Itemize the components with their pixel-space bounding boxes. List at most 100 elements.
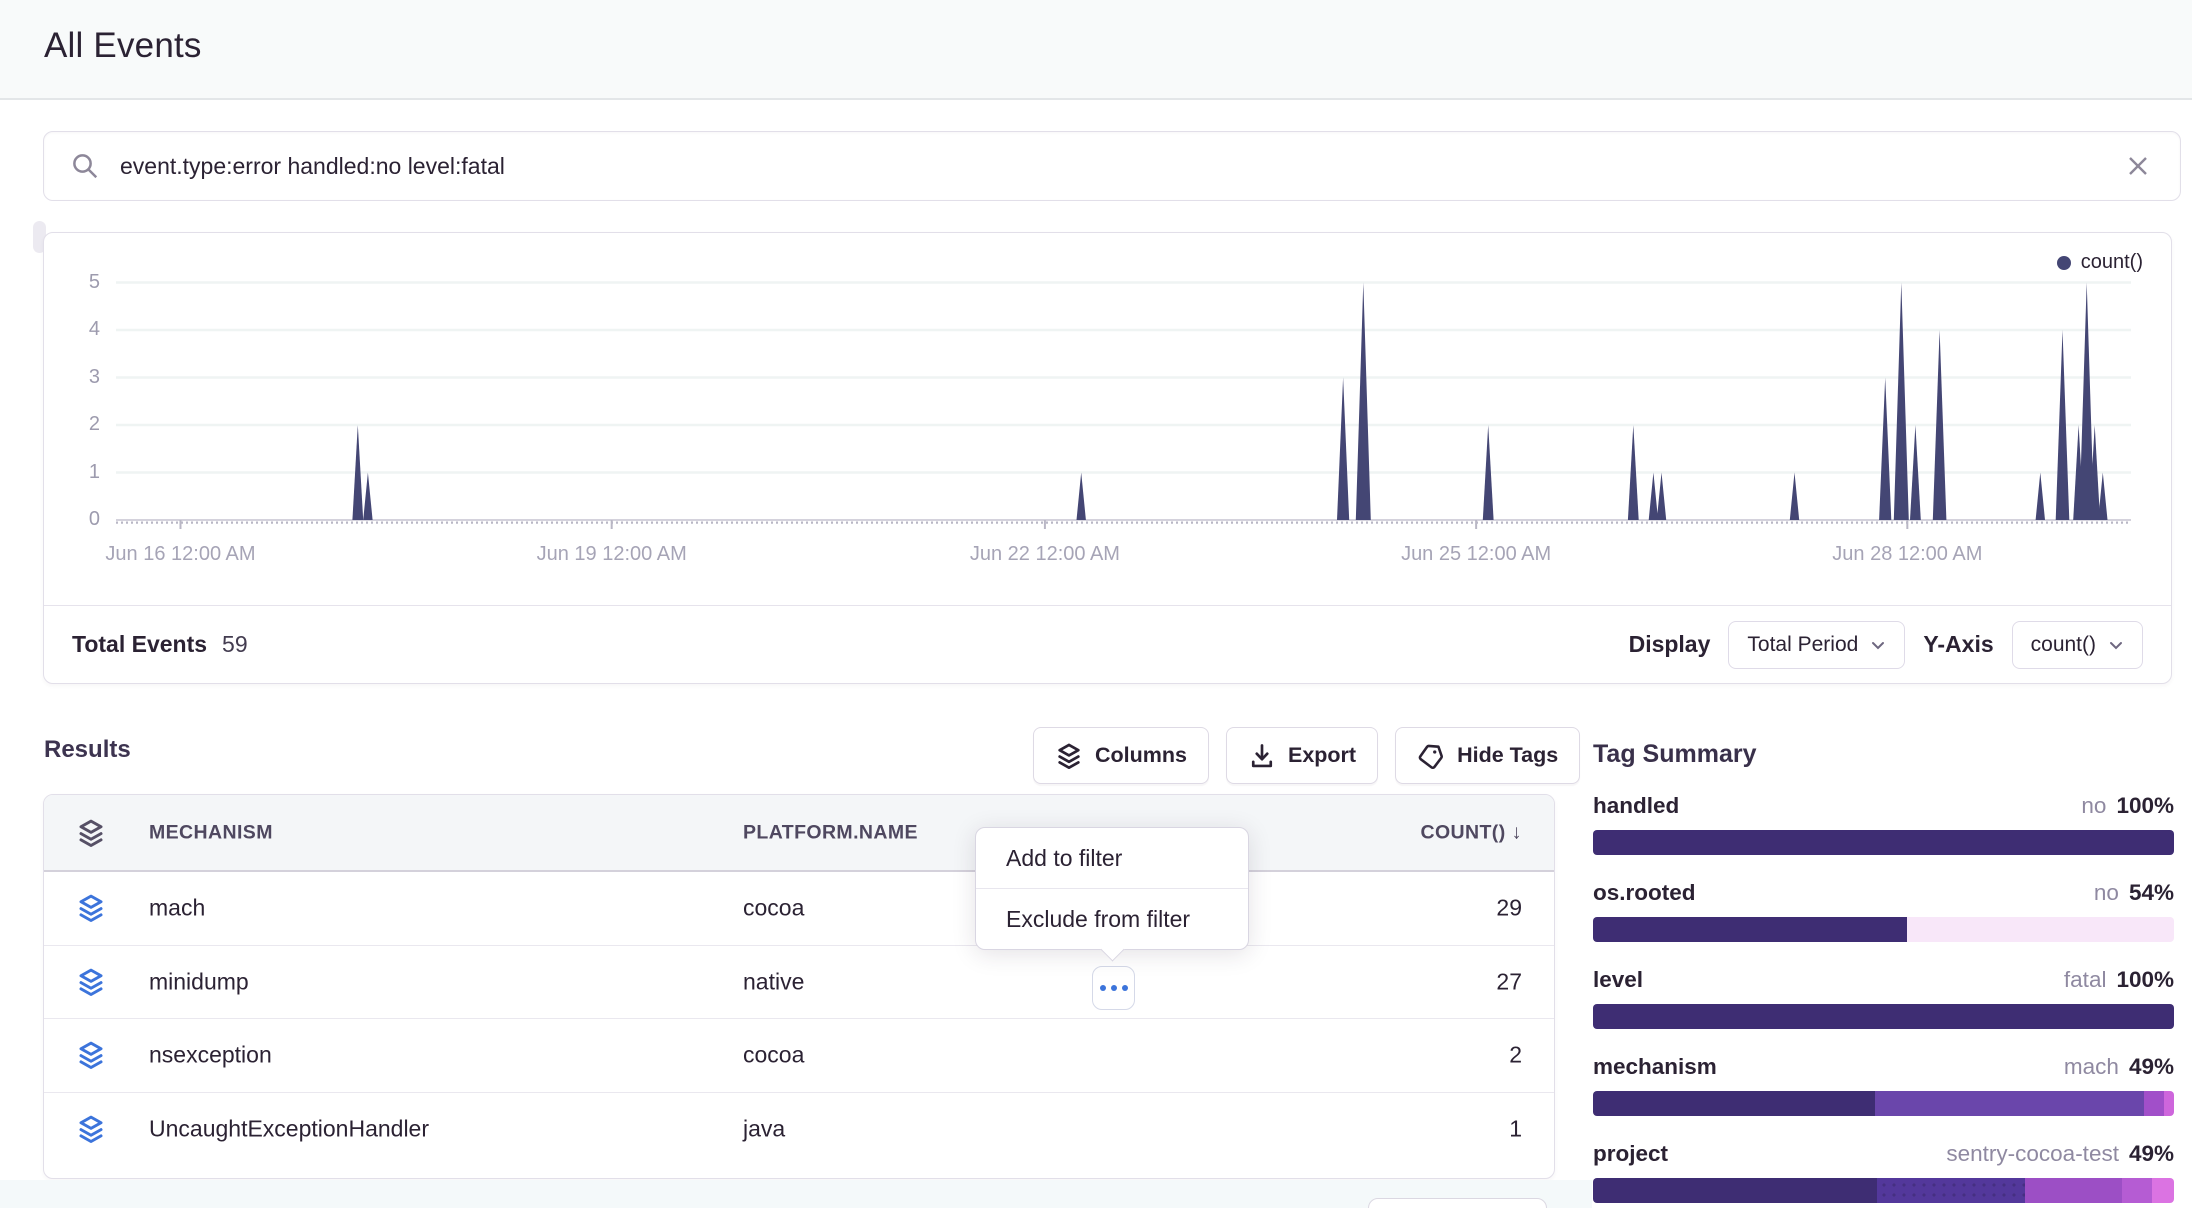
legend-label: count() — [2081, 251, 2143, 274]
stacked-events-icon[interactable] — [76, 967, 106, 997]
y-tick-label: 0 — [44, 508, 100, 531]
tag-row-project: projectsentry-cocoa-test49% — [1593, 1141, 2174, 1203]
tag-top-value: mach — [2064, 1054, 2119, 1080]
tag-bar[interactable] — [1593, 1091, 2174, 1116]
search-icon — [70, 151, 100, 181]
y-tick-label: 5 — [44, 271, 100, 294]
legend-dot-icon — [2057, 256, 2071, 270]
tag-bar-segment[interactable] — [1593, 917, 1907, 942]
display-select[interactable]: Total Period — [1728, 621, 1905, 669]
pagination-button-cutoff[interactable] — [1368, 1198, 1547, 1208]
tag-percent: 100% — [2116, 967, 2174, 993]
chevron-down-icon — [2108, 637, 2124, 653]
display-select-value: Total Period — [1747, 633, 1858, 657]
tag-row-os-rooted: os.rooted no 54% — [1593, 880, 2174, 942]
hide-tags-button[interactable]: Hide Tags — [1395, 727, 1580, 784]
tag-name: mechanism — [1593, 1054, 1717, 1080]
columns-stack-icon — [1055, 742, 1083, 770]
platform-value[interactable]: java — [743, 1116, 785, 1143]
count-value: 2 — [1509, 1042, 1522, 1069]
mechanism-value[interactable]: nsexception — [149, 1042, 272, 1069]
tag-summary-title: Tag Summary — [1593, 740, 2174, 769]
column-header-platform-name[interactable]: PLATFORM.NAME — [743, 821, 918, 844]
tag-bar-segment[interactable] — [2122, 1178, 2152, 1203]
tag-row-mechanism: mechanismmach49% — [1593, 1054, 2174, 1116]
count-value: 29 — [1496, 895, 1522, 922]
menu-item-add-to-filter[interactable]: Add to filter — [976, 828, 1248, 888]
chart-legend: count() — [2057, 251, 2143, 274]
tag-name: os.rooted — [1593, 880, 1696, 906]
display-label: Display — [1629, 631, 1711, 658]
stacked-events-icon[interactable] — [76, 893, 106, 923]
count-value: 27 — [1496, 968, 1522, 995]
table-header-row: MECHANISM PLATFORM.NAME COUNT()↓ — [44, 795, 1554, 872]
column-header-mechanism[interactable]: MECHANISM — [149, 821, 273, 844]
total-events-label: Total Events — [72, 631, 207, 658]
x-tick-label: Jun 22 12:00 AM — [925, 543, 1165, 566]
export-button[interactable]: Export — [1226, 727, 1378, 784]
cell-actions-button[interactable] — [1092, 966, 1135, 1010]
results-toolbar: Columns Export Hide Tags — [1033, 727, 1580, 784]
y-tick-label: 1 — [44, 461, 100, 484]
download-icon — [1248, 742, 1276, 770]
search-bar[interactable]: event.type:error handled:no level:fatal — [43, 131, 2181, 201]
all-events-page: All Events event.type:error handled:no l… — [0, 0, 2192, 1208]
tag-bar-segment[interactable] — [1877, 1178, 2026, 1203]
close-icon[interactable] — [2122, 150, 2154, 182]
tag-bar-segment[interactable] — [1593, 1004, 2174, 1029]
tag-percent: 49% — [2129, 1141, 2174, 1167]
platform-value[interactable]: native — [743, 968, 804, 995]
cell-actions-menu: Add to filterExclude from filter — [975, 827, 1249, 950]
platform-value[interactable]: cocoa — [743, 895, 804, 922]
tag-summary: Tag Summary handledno100% os.rooted no 54% l… — [1593, 740, 2174, 1208]
table-row[interactable]: minidump native 27 — [44, 946, 1554, 1020]
y-axis-label: Y-Axis — [1923, 631, 1993, 658]
y-axis-select[interactable]: count() — [2012, 621, 2143, 669]
chevron-down-icon — [1870, 637, 1886, 653]
table-row[interactable]: nsexception cocoa 2 — [44, 1019, 1554, 1093]
mechanism-value[interactable]: mach — [149, 895, 205, 922]
mechanism-value[interactable]: UncaughtExceptionHandler — [149, 1116, 429, 1143]
tag-bar-segment[interactable] — [1907, 917, 2174, 942]
tag-bar-segment[interactable] — [1875, 1091, 2144, 1116]
tag-name: project — [1593, 1141, 1668, 1167]
tag-top-value: no — [2094, 880, 2119, 906]
column-header-count[interactable]: COUNT()↓ — [1420, 821, 1522, 844]
page-header: All Events — [0, 0, 2192, 100]
tag-percent: 54% — [2129, 880, 2174, 906]
tag-bar-segment[interactable] — [1593, 1091, 1875, 1116]
tag-bar-segment[interactable] — [1593, 830, 2174, 855]
tag-bar[interactable] — [1593, 917, 2174, 942]
y-tick-label: 2 — [44, 413, 100, 436]
tag-name: level — [1593, 967, 1643, 993]
table-row[interactable]: UncaughtExceptionHandler java 1 — [44, 1093, 1554, 1167]
tag-bar-segment[interactable] — [2164, 1091, 2174, 1116]
y-axis-select-value: count() — [2031, 633, 2096, 657]
stacked-events-icon[interactable] — [76, 1040, 106, 1070]
tag-bar[interactable] — [1593, 1178, 2174, 1203]
tag-bar-segment[interactable] — [2144, 1091, 2164, 1116]
tag-bar-segment[interactable] — [2025, 1178, 2122, 1203]
tag-bar-segment[interactable] — [1593, 1178, 1877, 1203]
y-tick-label: 3 — [44, 366, 100, 389]
results-table: MECHANISM PLATFORM.NAME COUNT()↓ mach cocoa… — [43, 794, 1555, 1179]
x-tick-label: Jun 19 12:00 AM — [492, 543, 732, 566]
tag-row-handled: handledno100% — [1593, 793, 2174, 855]
search-input[interactable]: event.type:error handled:no level:fatal — [120, 153, 2122, 180]
y-tick-label: 4 — [44, 318, 100, 341]
table-row[interactable]: mach cocoa 29 — [44, 872, 1554, 946]
results-title: Results — [44, 736, 131, 764]
tag-bar-segment[interactable] — [2152, 1178, 2174, 1203]
stacked-events-icon — [76, 818, 106, 848]
mechanism-value[interactable]: minidump — [149, 968, 249, 995]
tag-bar[interactable] — [1593, 1004, 2174, 1029]
tag-bar[interactable] — [1593, 830, 2174, 855]
page-bottom-strip — [0, 1180, 1592, 1208]
stacked-events-icon[interactable] — [76, 1114, 106, 1144]
events-spike-chart[interactable] — [116, 275, 2131, 537]
x-tick-label: Jun 25 12:00 AM — [1356, 543, 1596, 566]
tag-name: handled — [1593, 793, 1679, 819]
columns-button[interactable]: Columns — [1033, 727, 1209, 784]
platform-value[interactable]: cocoa — [743, 1042, 804, 1069]
count-value: 1 — [1509, 1116, 1522, 1143]
